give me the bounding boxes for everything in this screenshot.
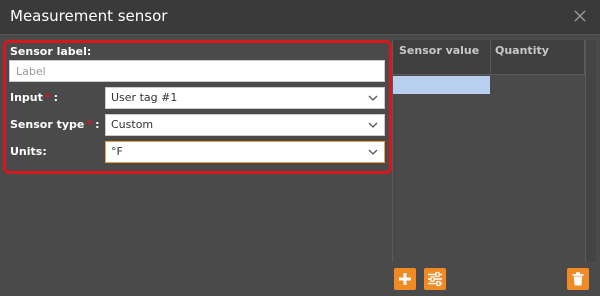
close-icon[interactable]: [572, 8, 588, 24]
table-row[interactable]: [393, 76, 490, 94]
table-scrollbar[interactable]: [585, 40, 596, 262]
required-mark: *: [44, 91, 51, 104]
column-header-sensor-value[interactable]: Sensor value: [399, 44, 479, 57]
sensor-type-select[interactable]: Custom: [105, 114, 385, 136]
chevron-down-icon: [368, 149, 378, 155]
units-select-value: °F: [111, 145, 123, 158]
dialog-titlebar: Measurement sensor: [0, 0, 600, 35]
input-select[interactable]: User tag #1: [105, 87, 385, 109]
column-divider: [490, 40, 491, 74]
chevron-down-icon: [368, 122, 378, 128]
sensor-type-label: Sensor type *:: [10, 118, 100, 131]
delete-button[interactable]: [567, 268, 589, 290]
sensor-label-caption: Sensor label:: [10, 45, 92, 58]
required-mark: *: [86, 118, 93, 131]
input-select-value: User tag #1: [111, 91, 178, 104]
plus-icon: [399, 273, 411, 285]
sliders-icon: [428, 271, 442, 287]
column-header-quantity[interactable]: Quantity: [495, 44, 549, 57]
units-select[interactable]: °F: [105, 141, 385, 163]
units-label: Units:: [10, 145, 47, 158]
measurement-sensor-dialog: Measurement sensor Sensor label: Input*:…: [0, 0, 600, 296]
input-label: Input *:: [10, 91, 59, 104]
trash-icon: [572, 272, 584, 286]
sensor-values-table: Sensor value Quantity: [392, 40, 596, 262]
add-button[interactable]: [394, 268, 416, 290]
chevron-down-icon: [368, 95, 378, 101]
sensor-form-panel: Sensor label: Input*: User tag #1 Sensor…: [3, 40, 392, 174]
sensor-type-select-value: Custom: [111, 118, 154, 131]
table-header: Sensor value Quantity: [393, 40, 596, 75]
settings-button[interactable]: [424, 268, 446, 290]
sensor-label-input[interactable]: [9, 60, 385, 82]
dialog-title: Measurement sensor: [10, 7, 168, 25]
